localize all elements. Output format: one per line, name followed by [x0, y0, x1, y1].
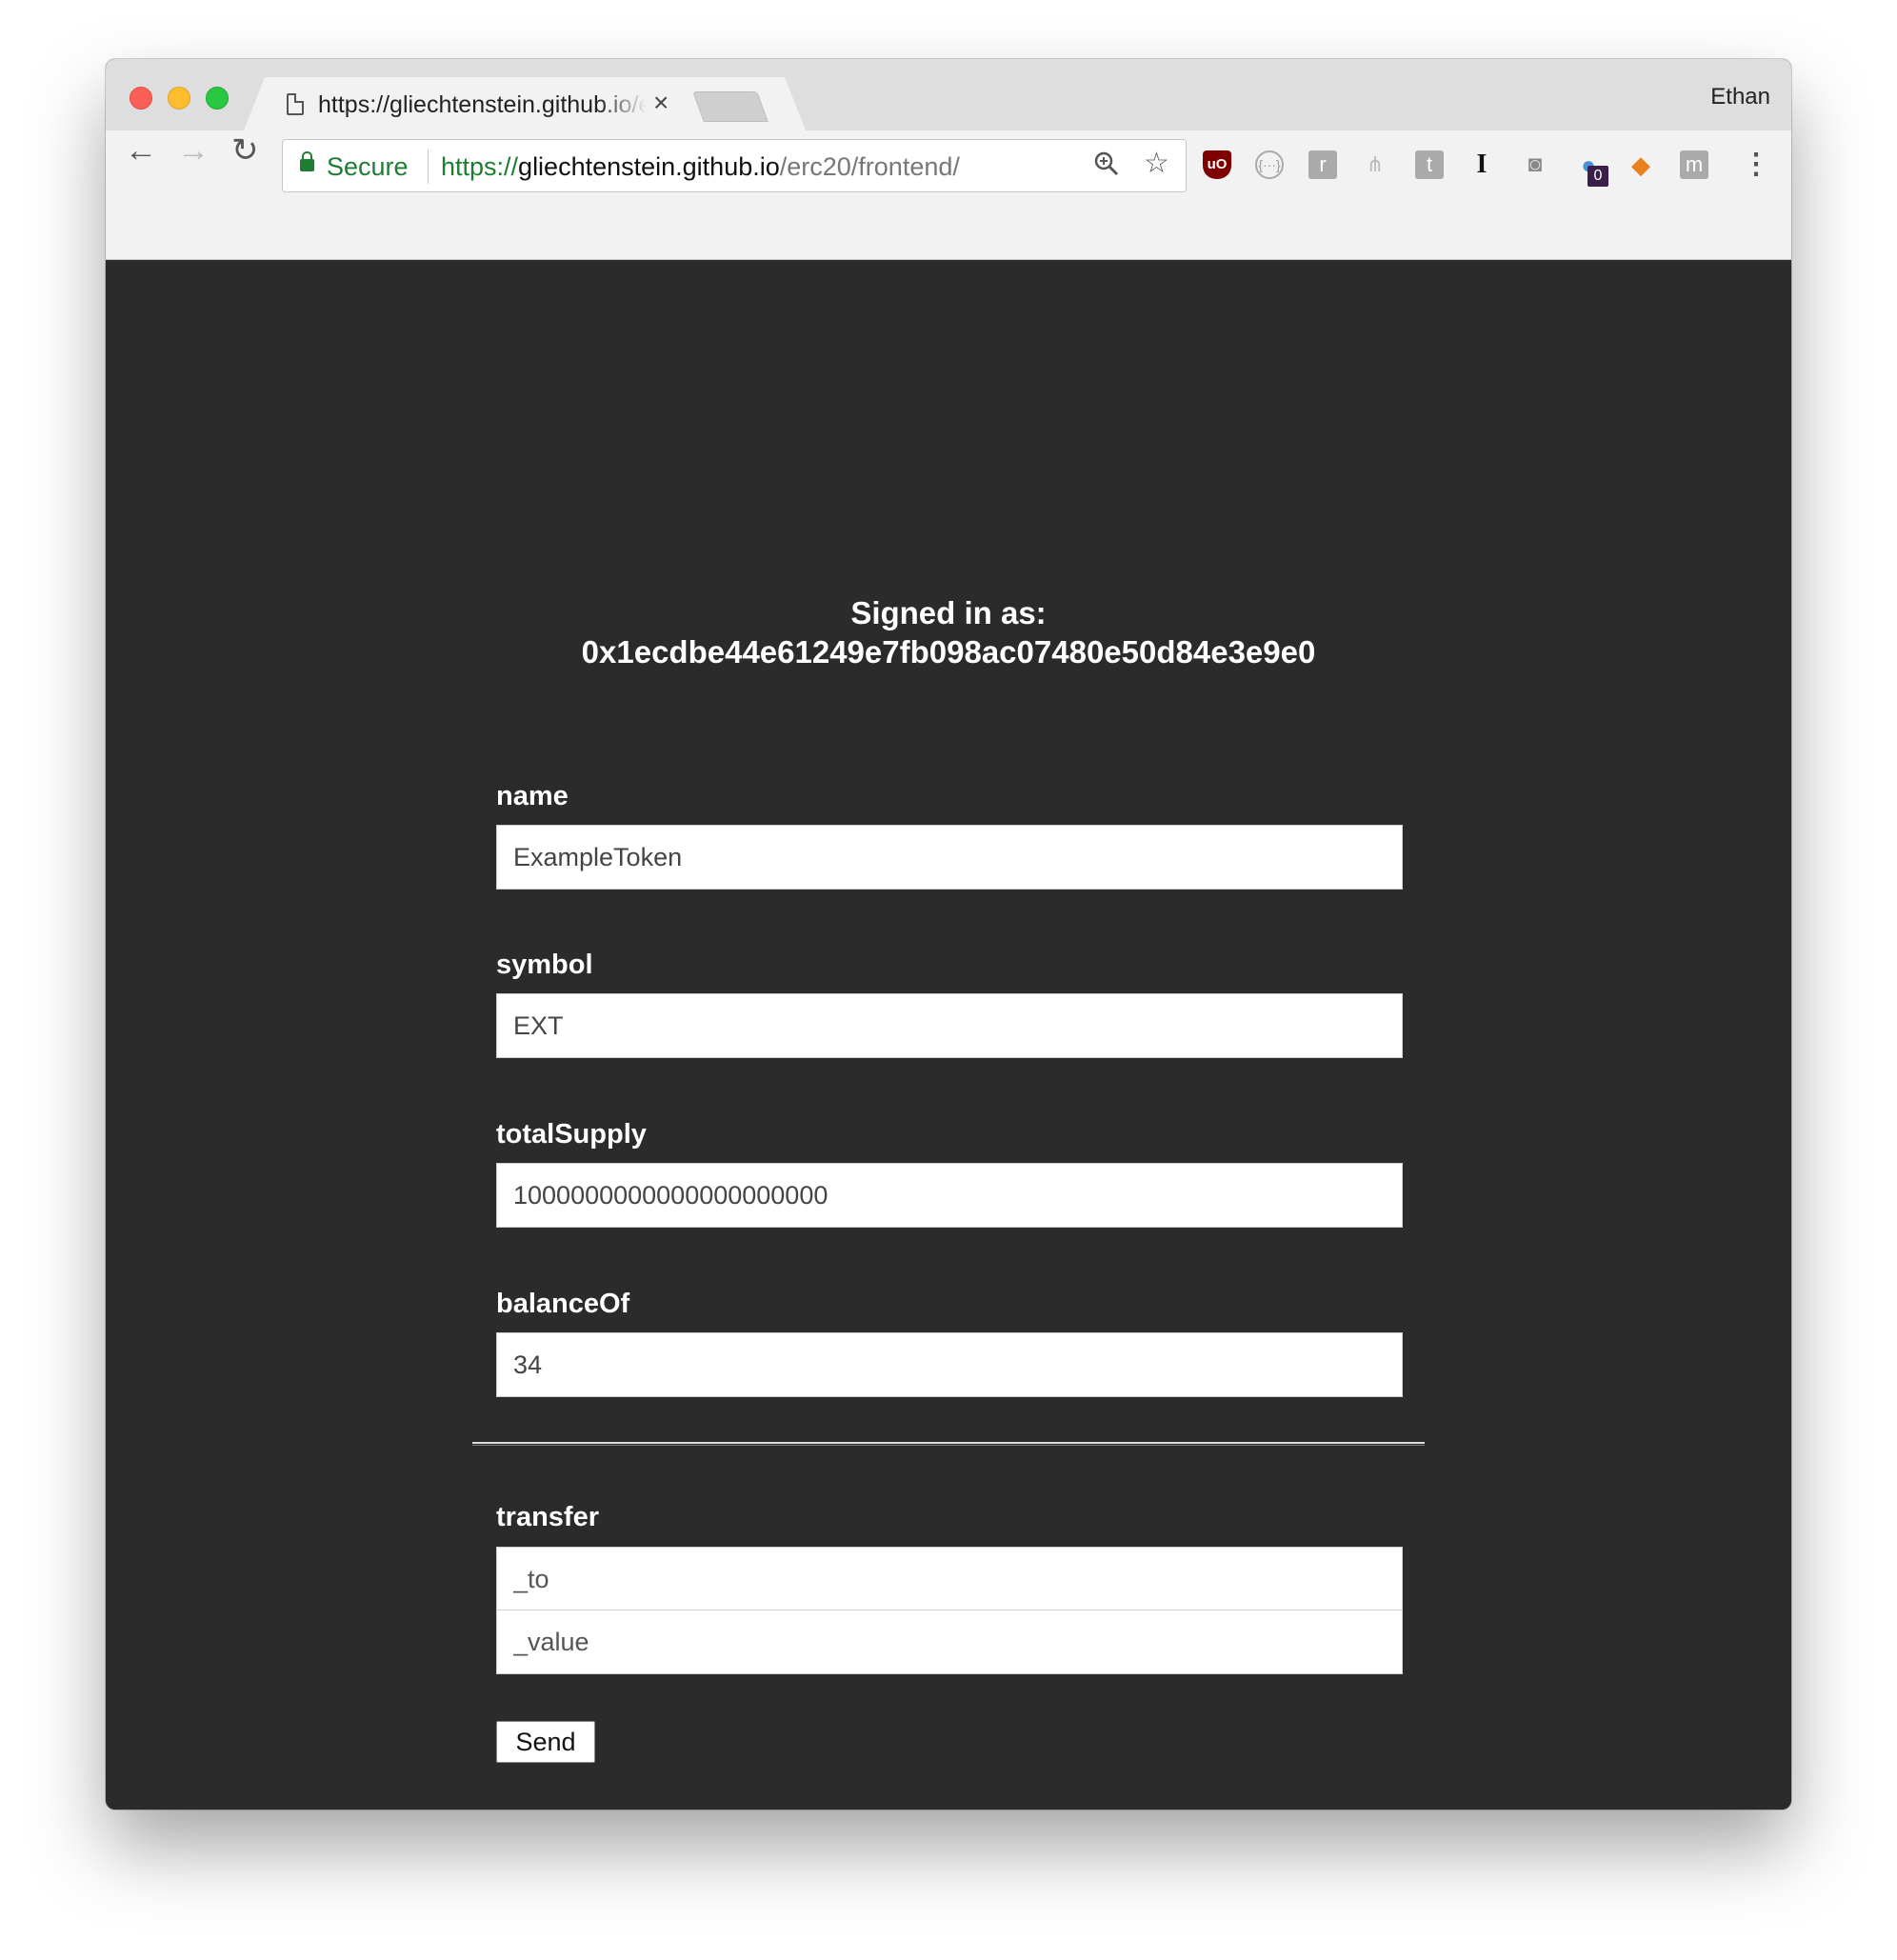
ghostery-badge: 0: [1587, 166, 1608, 187]
url-text[interactable]: https://gliechtenstein.github.io/erc20/f…: [441, 152, 960, 182]
ublock-icon[interactable]: uO: [1203, 150, 1231, 179]
tab-close-icon[interactable]: ×: [653, 89, 669, 117]
json-viewer-icon[interactable]: {···}: [1255, 150, 1284, 179]
close-window-button[interactable]: [130, 87, 152, 110]
transfer-label: transfer: [496, 1502, 599, 1532]
balance-of-label: balanceOf: [496, 1289, 630, 1319]
signed-in-label: Signed in as:: [850, 595, 1047, 630]
zoom-icon[interactable]: [1094, 151, 1119, 176]
address-bar[interactable]: Secure https://gliechtenstein.github.io/…: [282, 139, 1187, 192]
new-tab-button[interactable]: [692, 91, 769, 122]
instapaper-icon[interactable]: I: [1468, 150, 1496, 179]
profile-name[interactable]: Ethan: [1710, 84, 1770, 110]
section-divider: [472, 1442, 1425, 1446]
signed-in-address: 0x1ecdbe44e61249e7fb098ac07480e50d84e3e9…: [581, 634, 1316, 670]
balance-of-field[interactable]: [496, 1332, 1403, 1397]
transfer-value-input[interactable]: [496, 1610, 1403, 1674]
kebab-menu-icon[interactable]: ⋮: [1742, 150, 1770, 179]
transfer-to-input[interactable]: [496, 1547, 1403, 1611]
maximize-window-button[interactable]: [206, 87, 229, 110]
symbol-field[interactable]: [496, 993, 1403, 1058]
r-icon[interactable]: r: [1308, 150, 1337, 179]
metamask-icon[interactable]: ◆: [1627, 150, 1655, 179]
camera-icon[interactable]: ◙: [1521, 150, 1549, 179]
total-supply-field[interactable]: [496, 1163, 1403, 1228]
send-button[interactable]: Send: [496, 1721, 595, 1763]
url-host: gliechtenstein.github.io: [518, 152, 780, 181]
total-supply-label: totalSupply: [496, 1119, 647, 1150]
page-content: Signed in as: 0x1ecdbe44e61249e7fb098ac0…: [106, 261, 1791, 1810]
symbol-label: symbol: [496, 950, 593, 980]
url-path: /erc20/frontend/: [779, 152, 960, 181]
document-icon: [287, 93, 304, 115]
tab-title: https://gliechtenstein.github.io/erc20/f…: [318, 91, 647, 118]
back-arrow-icon[interactable]: ←: [125, 134, 157, 167]
reload-icon[interactable]: ↻: [231, 134, 259, 167]
bookmark-star-icon[interactable]: ☆: [1144, 150, 1169, 178]
forward-arrow-icon[interactable]: →: [177, 134, 210, 167]
name-label: name: [496, 781, 569, 811]
name-field[interactable]: [496, 825, 1403, 890]
m-icon[interactable]: m: [1680, 150, 1708, 179]
lock-icon[interactable]: [300, 151, 314, 171]
tree-icon[interactable]: ⋔: [1361, 150, 1389, 179]
t-icon[interactable]: t: [1415, 150, 1444, 179]
minimize-window-button[interactable]: [168, 87, 190, 110]
address-divider: [428, 150, 429, 184]
tab-strip: https://gliechtenstein.github.io/erc20/f…: [106, 59, 1791, 130]
url-scheme: https://: [441, 152, 519, 181]
browser-window: https://gliechtenstein.github.io/erc20/f…: [106, 59, 1791, 1810]
secure-label[interactable]: Secure: [327, 152, 409, 182]
